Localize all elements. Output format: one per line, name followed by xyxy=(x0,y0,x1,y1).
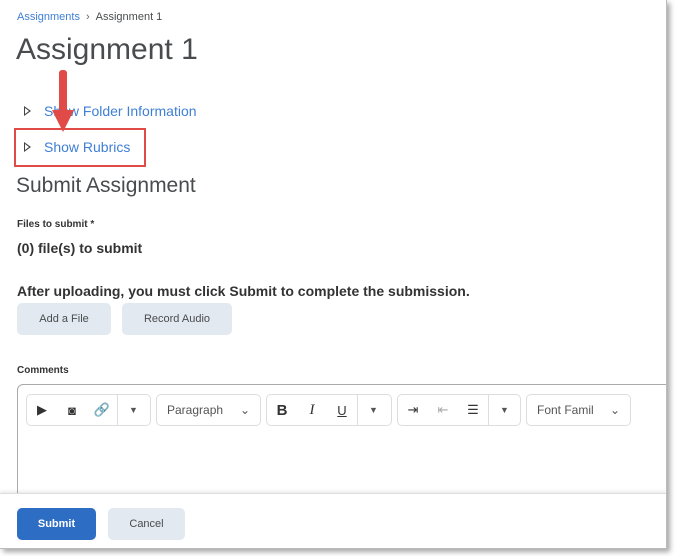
breadcrumb-assignments-link[interactable]: Assignments xyxy=(17,11,80,23)
assignment-window: Assignments › Assignment 1 Assignment 1 Sh… xyxy=(0,0,667,549)
italic-icon[interactable]: I xyxy=(297,402,327,419)
bold-icon[interactable]: B xyxy=(267,402,297,419)
section-title: Submit Assignment xyxy=(16,174,196,197)
breadcrumb: Assignments › Assignment 1 xyxy=(17,11,162,23)
insert-link-icon[interactable]: 🔗 xyxy=(87,402,117,418)
submission-instruction: After uploading, you must click Submit t… xyxy=(17,283,470,299)
font-family-value: Font Famil xyxy=(537,403,594,417)
annotation-highlight-box xyxy=(14,128,146,167)
comments-label: Comments xyxy=(17,365,69,376)
breadcrumb-current: Assignment 1 xyxy=(95,11,163,23)
more-insert-dropdown-icon[interactable]: ▼ xyxy=(117,395,149,425)
expand-triangle-icon xyxy=(24,106,31,116)
annotation-arrow-icon xyxy=(52,110,74,132)
chevron-down-icon: ⌄ xyxy=(609,403,620,417)
text-style-toolbar-group: B I U ▼ xyxy=(266,394,392,426)
font-family-select[interactable]: Font Famil ⌄ xyxy=(526,394,631,426)
breadcrumb-separator: › xyxy=(85,11,90,23)
format-value: Paragraph xyxy=(167,403,224,417)
page-title: Assignment 1 xyxy=(16,33,198,66)
footer-bar: Submit Cancel xyxy=(0,493,666,548)
paragraph-format-select[interactable]: Paragraph ⌄ xyxy=(156,394,261,426)
list-toolbar-group: ⇥ ⇤ ☰ ▼ xyxy=(397,394,521,426)
insert-toolbar-group: ▶ ◙ 🔗 ▼ xyxy=(26,394,151,426)
files-label: Files to submit * xyxy=(17,219,95,230)
submit-button[interactable]: Submit xyxy=(17,508,96,540)
underline-icon[interactable]: U xyxy=(327,403,357,418)
bullet-list-icon[interactable]: ☰ xyxy=(458,402,488,418)
outdent-icon[interactable]: ⇤ xyxy=(428,402,458,418)
indent-icon[interactable]: ⇥ xyxy=(398,402,428,418)
annotation-arrow-shaft xyxy=(59,70,67,114)
cancel-button[interactable]: Cancel xyxy=(108,508,185,540)
insert-image-icon[interactable]: ◙ xyxy=(57,403,87,418)
comments-editor[interactable]: ▶ ◙ 🔗 ▼ Paragraph ⌄ B I U ▼ ⇥ ⇤ ☰ ▼ Font Famil ⌄ xyxy=(17,384,666,504)
record-audio-button[interactable]: Record Audio xyxy=(122,303,232,335)
chevron-down-icon: ⌄ xyxy=(239,403,250,417)
show-folder-information-toggle[interactable]: Show Folder Information xyxy=(24,103,197,119)
files-count: (0) file(s) to submit xyxy=(17,240,143,256)
more-format-dropdown-icon[interactable]: ▼ xyxy=(357,395,389,425)
insert-video-icon[interactable]: ▶ xyxy=(27,402,57,418)
more-list-dropdown-icon[interactable]: ▼ xyxy=(488,395,520,425)
add-file-button[interactable]: Add a File xyxy=(17,303,111,335)
